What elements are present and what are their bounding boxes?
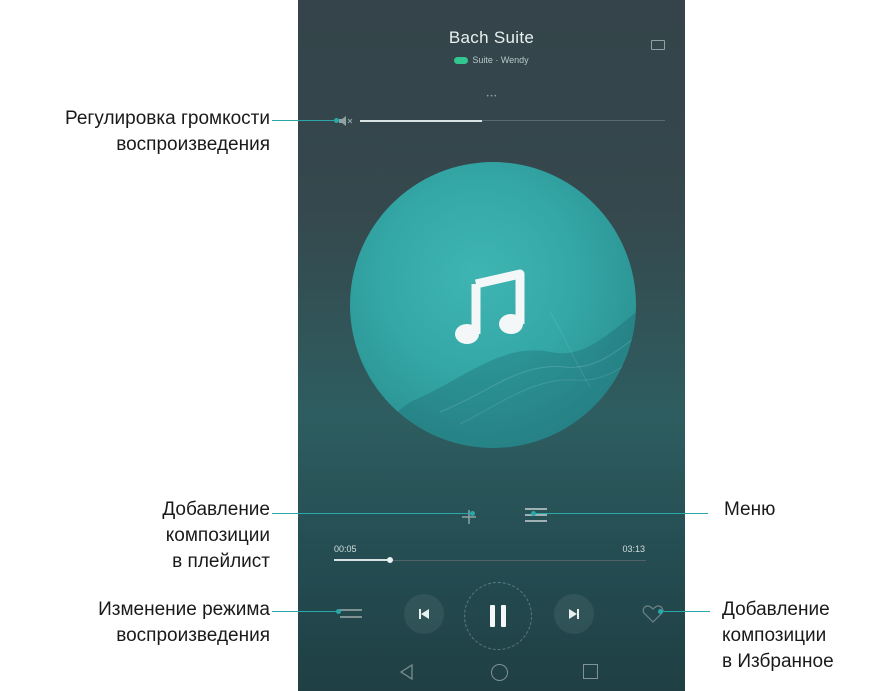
song-title: Bach Suite <box>448 28 535 47</box>
callout-volume-leader <box>272 120 336 121</box>
progress-bar[interactable] <box>334 557 646 563</box>
callout-fav-line1: Добавление <box>722 599 830 620</box>
album-artwork <box>350 162 636 448</box>
next-icon <box>569 609 579 619</box>
callout-fav-line3: в Избранное <box>722 651 834 672</box>
previous-icon <box>419 609 429 619</box>
progress-handle[interactable] <box>387 557 394 563</box>
callout-fav-line2: композиции <box>722 625 827 646</box>
next-button[interactable] <box>554 594 594 634</box>
callout-add-leader <box>272 513 472 514</box>
callout-volume-line1: Регулировка громкости <box>65 108 270 129</box>
quality-badge <box>454 56 469 64</box>
callout-mode-line2: воспроизведения <box>116 625 270 646</box>
callout-volume-line2: воспроизведения <box>116 134 270 155</box>
music-note-icon <box>455 269 525 344</box>
add-icon <box>462 510 476 524</box>
callout-menu-leader <box>533 513 708 514</box>
heart-icon[interactable] <box>642 604 664 624</box>
lyrics-hint: • • • <box>486 94 497 100</box>
volume-level <box>360 120 482 122</box>
artist-name: Suite · Wendy <box>472 55 529 65</box>
music-player-screen: Bach Suite Suite · Wendy • • • 00:05 03:… <box>298 0 685 691</box>
back-icon[interactable] <box>398 663 416 681</box>
previous-button[interactable] <box>404 594 444 634</box>
add-to-playlist-button[interactable] <box>458 506 480 528</box>
callout-add-line2: композиции <box>165 525 270 546</box>
pause-button[interactable] <box>464 582 532 650</box>
menu-icon <box>525 520 547 522</box>
volume-icon <box>339 116 353 126</box>
play-mode-button[interactable] <box>340 604 362 626</box>
pause-icon <box>490 605 506 627</box>
play-mode-icon <box>340 609 362 611</box>
song-subtitle: Suite · Wendy <box>298 55 685 65</box>
callout-menu-dot <box>531 511 536 516</box>
navigation-bar <box>298 655 685 691</box>
callout-fav-leader <box>660 611 710 612</box>
callout-favorite: Добавление композиции в Избранное <box>722 597 834 675</box>
home-icon[interactable] <box>491 664 508 681</box>
current-time: 00:05 <box>334 544 357 554</box>
volume-slider[interactable] <box>360 120 665 122</box>
callout-mode: Изменение режима воспроизведения <box>4 597 270 649</box>
total-time: 03:13 <box>622 544 645 554</box>
callout-volume: Регулировка громкости воспроизведения <box>4 106 270 158</box>
callout-mode-line1: Изменение режима <box>98 599 270 620</box>
callout-volume-dot <box>334 118 339 123</box>
recent-apps-icon[interactable] <box>583 664 598 679</box>
lyrics-button[interactable] <box>651 40 665 50</box>
callout-add-playlist: Добавление композиции в плейлист <box>60 497 270 575</box>
callout-add-dot <box>470 511 475 516</box>
callout-add-line1: Добавление <box>162 499 270 520</box>
callout-menu: Меню <box>724 499 776 520</box>
progress-fill <box>334 559 391 561</box>
callout-mode-dot <box>336 609 341 614</box>
menu-icon <box>525 514 547 516</box>
menu-icon <box>525 508 547 510</box>
play-mode-icon <box>340 616 362 618</box>
menu-button[interactable] <box>525 504 547 526</box>
callout-add-line3: в плейлист <box>172 551 270 572</box>
callout-mode-leader <box>272 611 338 612</box>
callout-fav-dot <box>658 609 663 614</box>
